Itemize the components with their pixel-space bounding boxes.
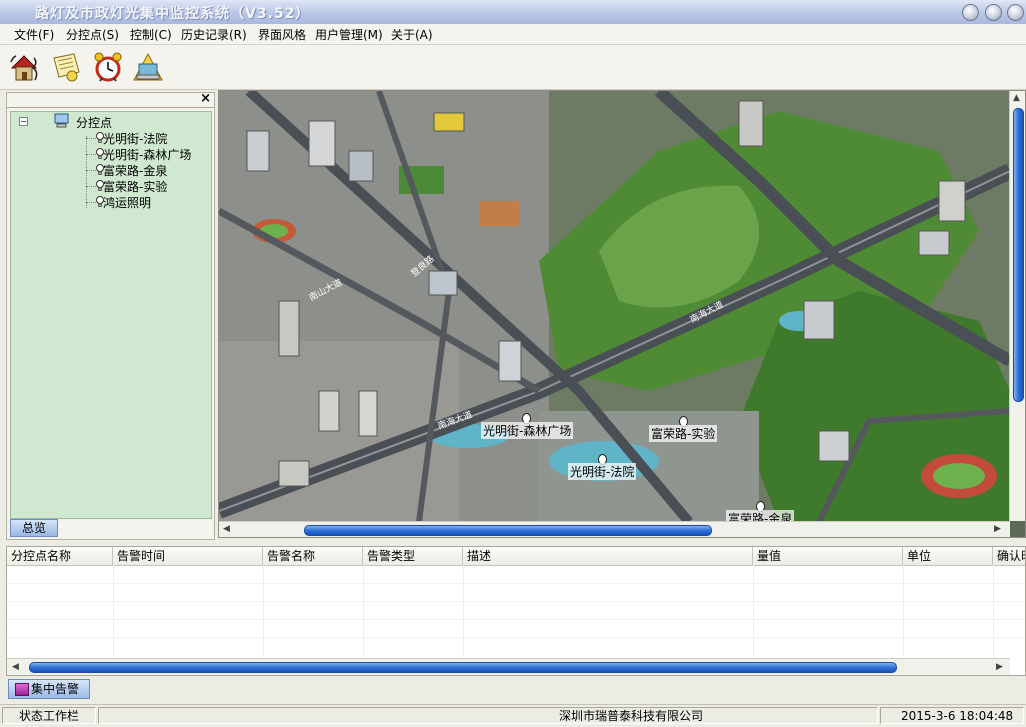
menu-control[interactable]: 控制(C) <box>130 26 172 43</box>
row-divider <box>7 583 1025 584</box>
map-horizontal-scrollbar[interactable]: ◀ ▶ <box>219 521 1010 537</box>
city-map: 南海大道 南海大道 南山大道 登良路 <box>219 91 1010 522</box>
menu-user-management[interactable]: 用户管理(M) <box>315 26 383 43</box>
substation-tree: − 分控点 光明街-法院 光明街-森林广场 富荣路-金泉 富荣路-实验 鸿运照明 <box>10 111 212 519</box>
column-divider <box>993 565 994 657</box>
pin-label: 光明街-法院 <box>568 463 637 480</box>
toolbar <box>0 45 1026 90</box>
col-value[interactable]: 量值 <box>753 547 903 565</box>
column-divider <box>113 565 114 657</box>
tree-item-label: 富荣路-实验 <box>103 180 168 194</box>
menu-bar: 文件(F) 分控点(S) 控制(C) 历史记录(R) 界面风格 用户管理(M) … <box>0 24 1026 45</box>
status-work-area: 状态工作栏 <box>2 707 96 724</box>
alarm-scroll-thumb[interactable] <box>29 662 897 673</box>
computer-button[interactable] <box>130 50 166 84</box>
column-divider <box>463 565 464 657</box>
scroll-right-arrow-icon[interactable]: ▶ <box>996 662 1003 672</box>
central-alarm-tab[interactable]: 集中告警 <box>8 679 90 699</box>
col-confirm-time[interactable]: 确认时 <box>993 547 1025 565</box>
map-horizontal-scroll-thumb[interactable] <box>304 525 712 536</box>
scroll-left-arrow-icon[interactable]: ◀ <box>12 662 19 672</box>
scroll-right-arrow-icon[interactable]: ▶ <box>994 524 1001 534</box>
minimize-button[interactable] <box>962 4 979 21</box>
row-divider <box>7 637 1025 638</box>
panel-close-button[interactable]: × <box>200 91 211 106</box>
pin-label: 富荣路-实验 <box>649 425 718 442</box>
title-bar: 路灯及市政灯光集中监控系统（V3.52） <box>0 0 1026 25</box>
computer-node-icon <box>54 113 69 128</box>
substation-panel: × − 分控点 光明街-法院 光明街-森林广场 富荣路-金泉 富荣路-实验 鸿运… <box>6 91 215 540</box>
tree-item-label: 光明街-森林广场 <box>103 148 192 162</box>
alarm-table-header: 分控点名称 告警时间 告警名称 告警类型 描述 量值 单位 确认时 <box>7 547 1025 566</box>
col-description[interactable]: 描述 <box>463 547 753 565</box>
pin-label: 光明街-森林广场 <box>481 422 574 439</box>
row-divider <box>7 619 1025 620</box>
scroll-icon <box>53 53 80 82</box>
panel-header: × <box>7 91 214 108</box>
row-divider <box>7 601 1025 602</box>
tree-item-label: 富荣路-金泉 <box>103 164 168 178</box>
scroll-button[interactable] <box>48 50 84 84</box>
col-alarm-type[interactable]: 告警类型 <box>363 547 463 565</box>
house-button[interactable] <box>8 50 44 84</box>
collapse-icon[interactable]: − <box>19 117 28 126</box>
col-unit[interactable]: 单位 <box>903 547 993 565</box>
menu-history[interactable]: 历史记录(R) <box>181 26 247 43</box>
tree-item-label: 光明街-法院 <box>103 132 168 146</box>
alarm-horizontal-scrollbar[interactable]: ◀ ▶ <box>7 658 1010 675</box>
column-divider <box>753 565 754 657</box>
col-alarm-name[interactable]: 告警名称 <box>263 547 363 565</box>
map-view[interactable]: 南海大道 南海大道 南山大道 登良路 光明街-森林广场 富荣路-实验 光明街-法… <box>218 90 1026 538</box>
company-name: 深圳市瑞普泰科技有限公司 <box>98 707 878 724</box>
alarm-bell-icon <box>15 683 29 696</box>
tree-root-label: 分控点 <box>76 116 113 130</box>
menu-about[interactable]: 关于(A) <box>391 26 433 43</box>
scroll-left-arrow-icon[interactable]: ◀ <box>223 524 230 534</box>
tree-connector <box>86 136 87 208</box>
status-bar: 状态工作栏 深圳市瑞普泰科技有限公司 2015-3-6 18:04:48 <box>0 704 1026 727</box>
menu-substations[interactable]: 分控点(S) <box>66 26 119 43</box>
map-vertical-scroll-thumb[interactable] <box>1013 108 1024 402</box>
alarm-clock-icon <box>94 52 122 82</box>
menu-theme[interactable]: 界面风格 <box>258 26 306 43</box>
menu-file[interactable]: 文件(F) <box>14 26 54 43</box>
alarm-clock-button[interactable] <box>90 50 126 84</box>
col-alarm-time[interactable]: 告警时间 <box>113 547 263 565</box>
overview-tab[interactable]: 总览 <box>10 519 58 537</box>
scroll-up-arrow-icon[interactable]: ▲ <box>1013 93 1020 103</box>
maximize-button[interactable] <box>985 4 1002 21</box>
column-divider <box>263 565 264 657</box>
column-divider <box>903 565 904 657</box>
alarm-table: 分控点名称 告警时间 告警名称 告警类型 描述 量值 单位 确认时 ◀ ▶ <box>6 546 1026 676</box>
tree-item-label: 鸿运照明 <box>103 196 152 210</box>
status-datetime: 2015-3-6 18:04:48 <box>880 707 1024 724</box>
close-button[interactable] <box>1007 4 1024 21</box>
house-icon <box>10 55 38 81</box>
window-title: 路灯及市政灯光集中监控系统（V3.52） <box>35 6 311 22</box>
computer-icon <box>133 52 163 81</box>
col-substation-name[interactable]: 分控点名称 <box>7 547 113 565</box>
central-alarm-tab-label: 集中告警 <box>31 682 80 696</box>
column-divider <box>363 565 364 657</box>
map-vertical-scrollbar[interactable]: ▲ <box>1009 91 1025 521</box>
